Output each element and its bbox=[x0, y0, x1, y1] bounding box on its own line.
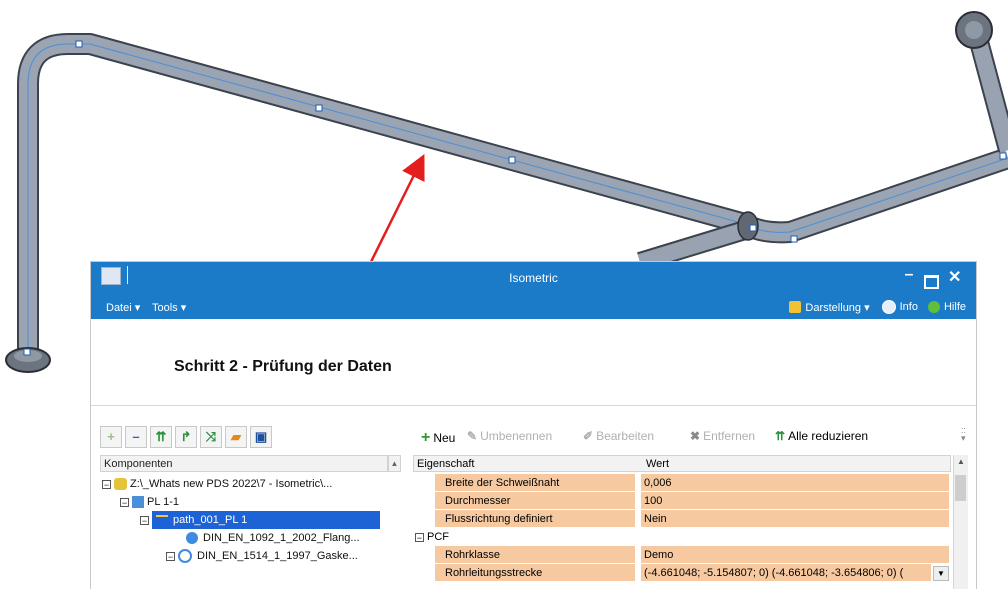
rename-icon: ✎ bbox=[467, 429, 478, 443]
tree-node-flange[interactable]: DIN_EN_1092_1_2002_Flang... bbox=[186, 529, 360, 547]
property-grid: Eigenschaft Wert Breite der Schweißnaht … bbox=[413, 455, 953, 589]
property-value[interactable]: (-4.661048; -5.154807; 0) (-4.661048; -3… bbox=[641, 564, 931, 581]
window-title: Isometric bbox=[509, 271, 558, 285]
property-row[interactable]: Breite der Schweißnaht 0,006 bbox=[413, 474, 951, 492]
pane-splitter[interactable] bbox=[405, 458, 409, 589]
properties-pane: + Neu ✎ Umbenennen ✐ Bearbeiten ✖ Entfernen … bbox=[413, 420, 971, 589]
property-value[interactable]: Nein bbox=[641, 510, 949, 527]
help-menu-bar: Darstellung ▾ Info Hilfe bbox=[789, 300, 966, 314]
darstellung-menu[interactable]: Darstellung ▾ bbox=[789, 301, 870, 314]
alle-reduzieren-label: Alle reduzieren bbox=[788, 429, 869, 443]
minimize-button[interactable]: – bbox=[900, 266, 918, 284]
step-header: Schritt 2 - Prüfung der Daten bbox=[91, 319, 976, 406]
tree-node-label: DIN_EN_1514_1_1997_Gaske... bbox=[197, 550, 358, 562]
delete-icon: ✖ bbox=[690, 429, 701, 443]
components-column-header[interactable]: Komponenten bbox=[100, 455, 388, 472]
property-category-row[interactable]: − PCF bbox=[413, 528, 951, 546]
edit-icon: ✐ bbox=[583, 429, 594, 443]
tree-node-label: DIN_EN_1092_1_2002_Flang... bbox=[203, 532, 360, 544]
grid-header: Eigenschaft Wert bbox=[413, 455, 951, 472]
help-icon bbox=[927, 301, 940, 313]
folder-icon[interactable]: ▰ bbox=[225, 426, 247, 448]
entfernen-button[interactable]: ✖ Entfernen bbox=[690, 429, 755, 443]
reduce-icon[interactable]: ⤨ bbox=[200, 426, 222, 448]
tree-node-label: Z:\_Whats new PDS 2022\7 - Isometric\... bbox=[130, 478, 333, 490]
components-pane: + – ⇈ ↱ ⤨ ▰ ▣ Komponenten ▲ − Z:\_Whats … bbox=[100, 420, 403, 589]
plus-icon: + bbox=[421, 429, 431, 446]
palette-icon bbox=[789, 301, 802, 313]
property-row[interactable]: Rohrklasse Demo bbox=[413, 546, 951, 564]
scroll-thumb[interactable] bbox=[955, 475, 966, 501]
pipeline-icon bbox=[132, 496, 144, 508]
neu-button[interactable]: + Neu bbox=[421, 429, 455, 447]
vertical-scrollbar[interactable]: ▲ bbox=[953, 455, 968, 589]
scroll-up-arrow[interactable]: ▲ bbox=[388, 455, 401, 472]
scroll-up-arrow[interactable]: ▲ bbox=[954, 457, 968, 466]
info-icon bbox=[881, 300, 896, 314]
tree-node-gasket[interactable]: − DIN_EN_1514_1_1997_Gaske... bbox=[166, 547, 358, 565]
close-button[interactable]: ✕ bbox=[948, 267, 961, 287]
menu-datei[interactable]: Datei ▾ bbox=[106, 301, 140, 314]
collapse-toggle[interactable]: − bbox=[166, 551, 175, 561]
expand-all-icon[interactable]: ⇈ bbox=[150, 426, 172, 448]
property-row[interactable]: Flussrichtung definiert Nein bbox=[413, 510, 951, 528]
property-value[interactable]: 0,006 bbox=[641, 474, 949, 491]
isometric-window: Isometric – ✕ Datei ▾ Tools ▾ Darstellun… bbox=[91, 262, 976, 589]
gasket-icon bbox=[178, 549, 192, 563]
category-label: PCF bbox=[427, 531, 449, 543]
umbenennen-label: Umbenennen bbox=[480, 429, 553, 443]
title-bar[interactable]: Isometric – ✕ Datei ▾ Tools ▾ Darstellun… bbox=[91, 262, 976, 319]
maximize-button[interactable] bbox=[924, 275, 939, 289]
collapse-toggle[interactable]: − bbox=[415, 532, 424, 542]
tree-node-path[interactable]: − path_001_PL 1 bbox=[140, 511, 380, 529]
path-icon bbox=[156, 515, 168, 525]
tree-node-root[interactable]: − Z:\_Whats new PDS 2022\7 - Isometric\.… bbox=[102, 475, 332, 493]
dropdown-arrow-icon[interactable]: ▼ bbox=[933, 566, 949, 581]
tree-node-pipeline[interactable]: − PL 1-1 bbox=[120, 493, 179, 511]
bearbeiten-label: Bearbeiten bbox=[596, 429, 655, 443]
info-menu[interactable]: Info bbox=[881, 300, 918, 314]
hilfe-menu[interactable]: Hilfe bbox=[927, 301, 966, 313]
column-eigenschaft[interactable]: Eigenschaft bbox=[417, 456, 474, 472]
step-title: Schritt 2 - Prüfung der Daten bbox=[174, 358, 392, 375]
bearbeiten-button[interactable]: ✐ Bearbeiten bbox=[583, 429, 654, 443]
property-row[interactable]: Durchmesser 100 bbox=[413, 492, 951, 510]
tree-node-label: path_001_PL 1 bbox=[173, 514, 248, 526]
menu-tools[interactable]: Tools ▾ bbox=[152, 301, 186, 314]
column-wert[interactable]: Wert bbox=[646, 456, 669, 472]
hilfe-label: Hilfe bbox=[943, 301, 966, 313]
property-value[interactable]: Demo bbox=[641, 546, 949, 563]
collapse-toggle[interactable]: − bbox=[102, 479, 111, 489]
tree-node-label: PL 1-1 bbox=[147, 496, 180, 508]
branch-icon[interactable]: ↱ bbox=[175, 426, 197, 448]
umbenennen-button[interactable]: ✎ Umbenennen bbox=[467, 429, 552, 443]
properties-toolbar: + Neu ✎ Umbenennen ✐ Bearbeiten ✖ Entfernen … bbox=[413, 420, 971, 450]
property-row[interactable]: Rohrleitungsstrecke (-4.661048; -5.15480… bbox=[413, 564, 951, 582]
neu-label: Neu bbox=[433, 431, 456, 445]
collapse-toggle[interactable]: − bbox=[120, 497, 129, 507]
property-name: Rohrklasse bbox=[435, 546, 635, 563]
info-label: Info bbox=[899, 301, 918, 313]
save-icon[interactable]: ▣ bbox=[250, 426, 272, 448]
add-icon[interactable]: + bbox=[100, 426, 122, 448]
collapse-toggle[interactable]: − bbox=[140, 515, 149, 525]
toolbar-overflow-icon[interactable]: :: ▾ bbox=[961, 426, 966, 443]
components-toolbar: + – ⇈ ↱ ⤨ ▰ ▣ bbox=[100, 420, 403, 450]
property-value[interactable]: 100 bbox=[641, 492, 949, 509]
darstellung-label: Darstellung ▾ bbox=[805, 301, 870, 314]
property-name: Flussrichtung definiert bbox=[435, 510, 635, 527]
selected-path[interactable]: path_001_PL 1 bbox=[152, 511, 380, 529]
component-tree: − Z:\_Whats new PDS 2022\7 - Isometric\.… bbox=[100, 472, 403, 589]
entfernen-label: Entfernen bbox=[703, 429, 756, 443]
flange-icon bbox=[186, 532, 198, 544]
property-name: Rohrleitungsstrecke bbox=[435, 564, 635, 581]
remove-icon[interactable]: – bbox=[125, 426, 147, 448]
alle-reduzieren-button[interactable]: ⇈ Alle reduzieren bbox=[775, 429, 868, 443]
assembly-icon bbox=[114, 478, 127, 490]
collapse-all-icon: ⇈ bbox=[775, 429, 786, 443]
property-name: Durchmesser bbox=[435, 492, 635, 509]
property-name: Breite der Schweißnaht bbox=[435, 474, 635, 491]
